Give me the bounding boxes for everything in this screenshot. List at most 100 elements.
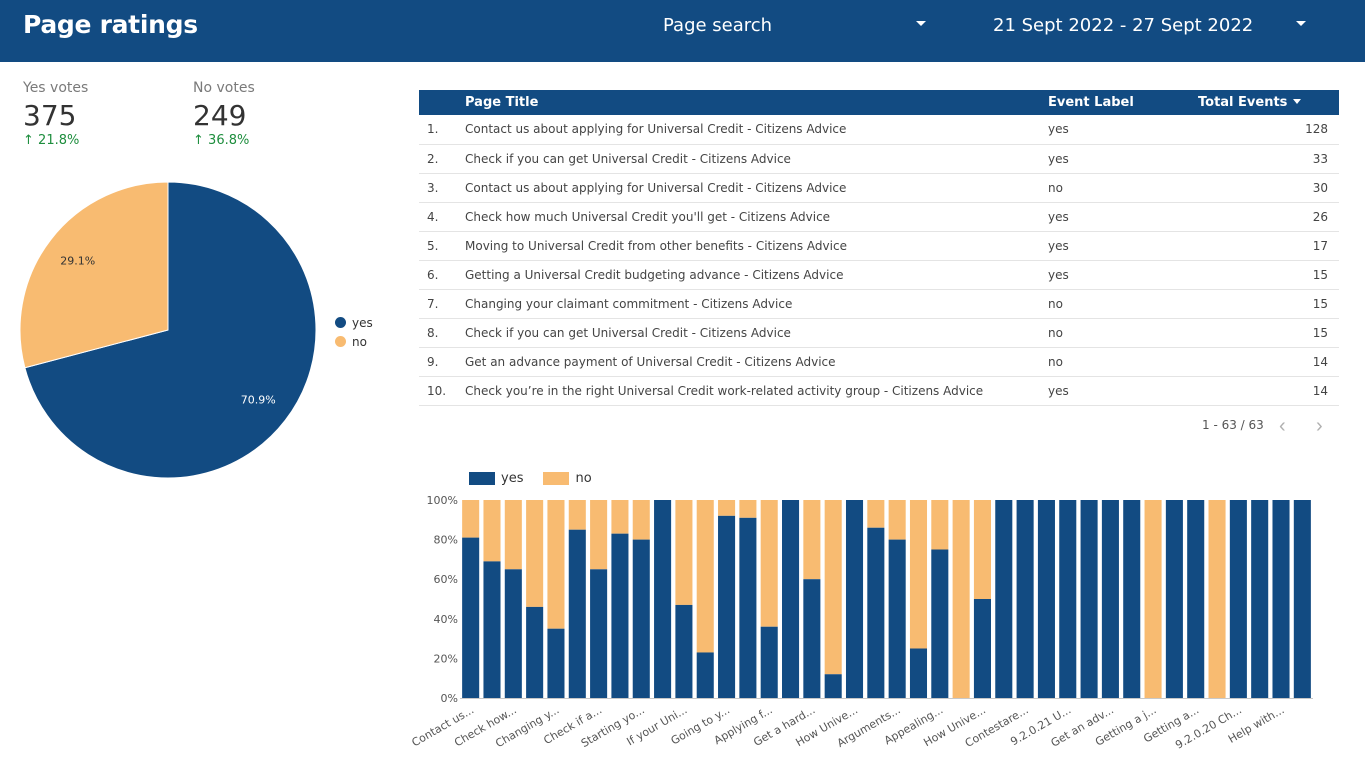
bar-segment-no[interactable]	[973, 500, 991, 599]
bar-segment-yes[interactable]	[1165, 500, 1183, 698]
bar-segment-yes[interactable]	[504, 569, 522, 698]
bar-segment-yes[interactable]	[547, 628, 565, 698]
bar-segment-no[interactable]	[611, 500, 629, 534]
bar-segment-no[interactable]	[718, 500, 736, 516]
bar-segment-no[interactable]	[909, 500, 928, 649]
next-page-icon[interactable]: ›	[1316, 416, 1323, 436]
table-row[interactable]: 6. Getting a Universal Credit budgeting a…	[419, 260, 1339, 290]
bar-segment-yes[interactable]	[462, 537, 480, 698]
pie-slice-label: 70.9%	[241, 394, 276, 407]
bar-segment-no[interactable]	[483, 500, 501, 562]
table-row[interactable]: 4. Check how much Universal Credit you'll…	[419, 202, 1339, 232]
row-page-title: Check if you can get Universal Credit - …	[465, 144, 1048, 174]
bar-segment-yes[interactable]	[1101, 500, 1119, 698]
bar-segment-no[interactable]	[803, 500, 821, 580]
bar-segment-yes[interactable]	[867, 527, 885, 698]
previous-page-icon[interactable]: ‹	[1279, 416, 1286, 436]
page-search-chevron-down-icon[interactable]	[916, 21, 926, 26]
bar-segment-yes[interactable]	[888, 539, 906, 698]
total-events-header[interactable]: Total Events	[1198, 90, 1339, 115]
row-number-header	[419, 90, 465, 115]
bar-segment-no[interactable]	[675, 500, 693, 605]
bar-legend-swatch-yes	[469, 472, 495, 485]
bar-segment-yes[interactable]	[590, 569, 608, 698]
bar-segment-yes[interactable]	[1272, 500, 1290, 698]
page-search-dropdown[interactable]: Page search	[663, 15, 772, 36]
bar-legend-item-yes[interactable]: yes	[469, 471, 523, 486]
legend-item-no[interactable]: no	[335, 332, 373, 351]
row-total-events: 14	[1198, 376, 1339, 406]
bar-segment-yes[interactable]	[1229, 500, 1247, 698]
bar-segment-no[interactable]	[526, 500, 544, 607]
table-row[interactable]: 2. Check if you can get Universal Credit …	[419, 144, 1339, 174]
date-range-chevron-down-icon[interactable]	[1296, 21, 1306, 26]
bar-segment-no[interactable]	[504, 500, 522, 570]
bar-segment-no[interactable]	[952, 500, 970, 698]
bar-segment-yes[interactable]	[1059, 500, 1077, 698]
bar-segment-no[interactable]	[1144, 500, 1162, 698]
bar-segment-no[interactable]	[632, 500, 650, 540]
y-tick-label: 80%	[434, 534, 458, 547]
bar-segment-yes[interactable]	[526, 606, 544, 698]
row-event-label: yes	[1048, 144, 1198, 174]
row-page-title: Getting a Universal Credit budgeting adv…	[465, 260, 1048, 290]
bar-legend-item-no[interactable]: no	[543, 471, 592, 486]
bar-segment-no[interactable]	[547, 500, 565, 629]
bar-segment-yes[interactable]	[782, 500, 800, 698]
table-row[interactable]: 5. Moving to Universal Credit from other …	[419, 231, 1339, 261]
sort-desc-icon[interactable]	[1293, 99, 1302, 104]
bar-segment-yes[interactable]	[760, 626, 778, 698]
bar-segment-no[interactable]	[590, 500, 608, 570]
bar-segment-yes[interactable]	[824, 674, 842, 698]
bar-segment-yes[interactable]	[1080, 500, 1098, 698]
row-total-events: 128	[1198, 115, 1339, 145]
bar-segment-no[interactable]	[888, 500, 906, 540]
bar-segment-yes[interactable]	[995, 500, 1013, 698]
table-row[interactable]: 3. Contact us about applying for Universa…	[419, 173, 1339, 203]
bar-segment-yes[interactable]	[803, 579, 821, 698]
table-row[interactable]: 10. Check you’re in the right Universal C…	[419, 376, 1339, 406]
bar-segment-yes[interactable]	[718, 515, 736, 698]
bar-segment-yes[interactable]	[611, 533, 629, 698]
bar-segment-yes[interactable]	[654, 500, 672, 698]
table-row[interactable]: 7. Changing your claimant commitment - Ci…	[419, 289, 1339, 319]
legend-item-yes[interactable]: yes	[335, 313, 373, 332]
row-total-events: 33	[1198, 144, 1339, 174]
bar-segment-yes[interactable]	[568, 529, 586, 698]
bar-segment-no[interactable]	[462, 500, 480, 538]
table-row[interactable]: 8. Check if you can get Universal Credit …	[419, 318, 1339, 348]
bar-segment-no[interactable]	[867, 500, 885, 528]
bar-segment-no[interactable]	[760, 500, 778, 627]
bar-segment-yes[interactable]	[1187, 500, 1205, 698]
bar-segment-yes[interactable]	[632, 539, 650, 698]
page-title-header[interactable]: Page Title	[465, 90, 1048, 115]
bar-segment-yes[interactable]	[1037, 500, 1055, 698]
bar-segment-yes[interactable]	[973, 599, 991, 698]
bar-segment-no[interactable]	[1208, 500, 1226, 698]
row-page-title: Changing your claimant commitment - Citi…	[465, 289, 1048, 319]
bar-segment-no[interactable]	[696, 500, 714, 653]
bar-segment-yes[interactable]	[675, 604, 693, 698]
bar-segment-yes[interactable]	[739, 517, 757, 698]
bar-segment-no[interactable]	[568, 500, 586, 530]
bar-segment-yes[interactable]	[696, 652, 714, 698]
event-label-header[interactable]: Event Label	[1048, 90, 1198, 115]
bar-segment-yes[interactable]	[845, 500, 864, 698]
pie-slice-label: 29.1%	[60, 254, 95, 267]
bar-segment-no[interactable]	[824, 500, 842, 675]
bar-segment-yes[interactable]	[931, 549, 949, 699]
bar-segment-no[interactable]	[739, 500, 757, 518]
table-row[interactable]: 9. Get an advance payment of Universal Cr…	[419, 347, 1339, 377]
date-range-picker[interactable]: 21 Sept 2022 - 27 Sept 2022	[993, 15, 1253, 36]
bar-segment-yes[interactable]	[1293, 500, 1311, 698]
bar-chart-legend: yes no	[469, 471, 612, 486]
bar-segment-yes[interactable]	[1016, 500, 1034, 698]
bar-segment-yes[interactable]	[909, 648, 928, 699]
bar-segment-no[interactable]	[931, 500, 949, 550]
scorecard-label: No votes	[193, 80, 255, 96]
bar-segment-yes[interactable]	[1251, 500, 1269, 698]
row-total-events: 30	[1198, 173, 1339, 203]
table-row[interactable]: 1. Contact us about applying for Universa…	[419, 115, 1339, 145]
bar-segment-yes[interactable]	[1123, 500, 1141, 698]
bar-segment-yes[interactable]	[483, 561, 501, 698]
